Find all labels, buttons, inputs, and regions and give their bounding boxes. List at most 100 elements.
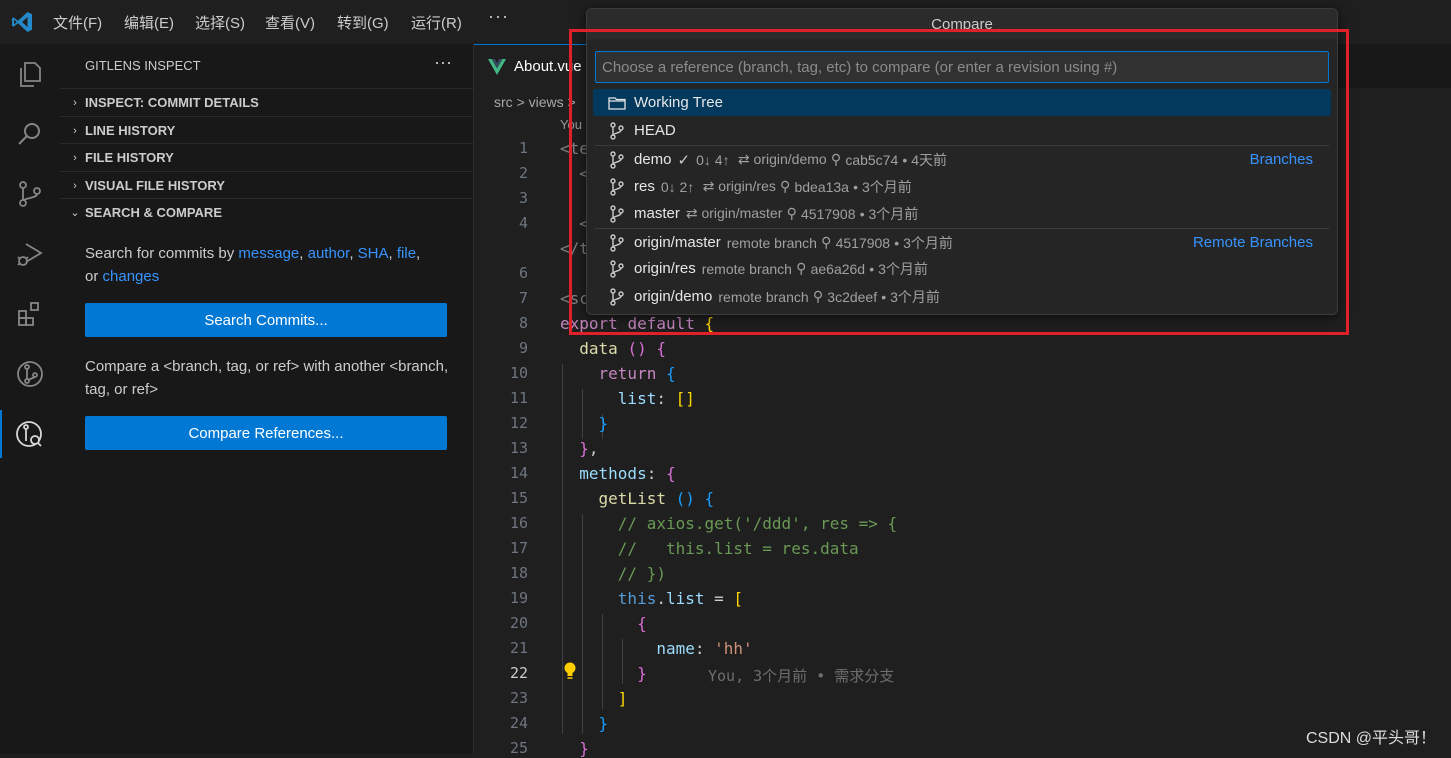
line-number: 3	[518, 189, 528, 207]
quick-pick-item-origin-demo[interactable]: origin/demo remote branch ⚲ 3c2deef • 3个…	[593, 283, 1331, 310]
branch-icon	[607, 233, 627, 253]
quick-pick-title: Compare	[587, 9, 1337, 39]
item-age: • 3个月前	[869, 260, 928, 277]
link-file[interactable]: file	[397, 245, 416, 262]
quick-pick-item-master[interactable]: master ⇄ origin/master ⚲ 4517908 • 3个月前	[593, 200, 1331, 227]
quick-pick-item-origin-master[interactable]: origin/master remote branch ⚲ 4517908 • …	[593, 229, 1331, 256]
line-number: 15	[509, 489, 528, 507]
compare-description: Compare a <branch, tag, or ref> with ano…	[85, 358, 449, 398]
link-author[interactable]: author	[308, 245, 350, 262]
sidebar-more-icon[interactable]: ···	[434, 52, 452, 73]
link-changes[interactable]: changes	[103, 268, 160, 285]
section-title: VISUAL FILE HISTORY	[85, 178, 225, 193]
line-number: 20	[509, 614, 528, 632]
reference-input-field[interactable]	[596, 52, 1328, 82]
code-line: // })	[617, 564, 666, 583]
chevron-right-icon: ›	[73, 151, 77, 164]
breadcrumb-src[interactable]: src	[494, 94, 513, 110]
chevron-right-icon: ›	[73, 124, 77, 137]
search-commits-button[interactable]: Search Commits...	[85, 303, 447, 337]
line-number: 2	[518, 164, 528, 182]
line-number: 13	[509, 439, 528, 457]
commit-icon: ⚲	[780, 178, 791, 194]
line-number: 9	[518, 339, 528, 357]
source-control-icon[interactable]	[0, 166, 60, 222]
chevron-right-icon: ›	[73, 179, 77, 192]
line-number: 12	[509, 414, 528, 432]
quick-pick-item-res[interactable]: res 0↓ 2↑ ⇄ origin/res ⚲ bdea13a • 3个月前	[593, 173, 1331, 200]
code-line: <	[560, 164, 589, 183]
item-upstream: remote branch	[718, 288, 809, 305]
quick-pick-item-working-tree[interactable]: Working Tree	[593, 89, 1331, 116]
codelens-author[interactable]: You	[560, 117, 582, 132]
item-age: • 3个月前	[881, 288, 940, 305]
menu-view[interactable]: 查看(V)	[265, 12, 315, 33]
section-title: INSPECT: COMMIT DETAILS	[85, 95, 259, 110]
reference-input[interactable]	[595, 51, 1329, 83]
item-commit: bdea13a	[794, 178, 849, 195]
quick-pick-item-head[interactable]: HEAD	[593, 117, 1331, 144]
section-line-history[interactable]: › LINE HISTORY	[60, 116, 473, 144]
search-desc-text: ,	[299, 245, 308, 262]
line-number: 21	[509, 639, 528, 657]
section-visual-file-history[interactable]: › VISUAL FILE HISTORY	[60, 171, 473, 199]
chevron-down-icon: ⌄	[70, 207, 80, 219]
folder-icon	[607, 93, 627, 113]
code-line: }	[598, 714, 609, 733]
code-line: getList () {	[598, 489, 715, 508]
watermark: CSDN @平头哥！	[1306, 730, 1437, 747]
search-description: Search for commits by message, author, S…	[85, 242, 455, 288]
line-number: 14	[509, 464, 528, 482]
line-number: 17	[509, 539, 528, 557]
quick-pick-item-demo[interactable]: demo ✓ 0↓ 4↑ ⇄ origin/demo ⚲ cab5c74 • 4…	[593, 146, 1331, 173]
branch-icon	[607, 150, 627, 170]
code-line: <	[560, 214, 589, 233]
code-line: }	[598, 414, 609, 433]
item-age: • 3个月前	[853, 178, 912, 195]
branch-icon	[607, 177, 627, 197]
item-label: HEAD	[634, 122, 676, 139]
line-number: 10	[509, 364, 528, 382]
breadcrumb-views[interactable]: views	[529, 94, 564, 110]
menu-selection[interactable]: 选择(S)	[195, 12, 245, 33]
line-number: 7	[518, 289, 528, 307]
section-search-compare[interactable]: ⌄ SEARCH & COMPARE	[60, 198, 473, 226]
lightbulb-icon[interactable]	[563, 662, 577, 680]
extensions-icon[interactable]	[0, 286, 60, 342]
gitlens-icon[interactable]	[0, 346, 60, 402]
compare-references-button[interactable]: Compare References...	[85, 416, 447, 450]
line-number: 11	[509, 389, 528, 407]
vscode-logo-icon	[12, 12, 32, 32]
line-number: 6	[518, 264, 528, 282]
code-line: methods: {	[579, 464, 676, 483]
breadcrumb: src > views >	[494, 94, 576, 110]
explorer-icon[interactable]	[0, 46, 60, 102]
item-commit: cab5c74	[845, 151, 899, 168]
gitlens-inspect-icon[interactable]	[0, 406, 60, 462]
quick-pick-item-origin-res[interactable]: origin/res remote branch ⚲ ae6a26d • 3个月…	[593, 255, 1331, 282]
section-file-history[interactable]: › FILE HISTORY	[60, 143, 473, 171]
menu-run[interactable]: 运行(R)	[411, 12, 462, 33]
item-label: origin/res	[634, 260, 696, 277]
item-age: • 3个月前	[859, 205, 919, 222]
menu-file[interactable]: 文件(F)	[53, 12, 102, 33]
item-commit: 4517908	[801, 205, 856, 222]
link-sha[interactable]: SHA	[358, 245, 389, 262]
vue-file-icon	[488, 58, 506, 75]
menu-go[interactable]: 转到(G)	[337, 12, 389, 33]
item-upstream: remote branch	[726, 234, 817, 251]
code-line: data () {	[579, 339, 666, 358]
line-number: 16	[509, 514, 528, 532]
menu-edit[interactable]: 编辑(E)	[124, 12, 174, 33]
menu-more-icon[interactable]: ···	[488, 6, 509, 27]
inline-blame: You, 3个月前 • 需求分支	[708, 667, 895, 685]
code-line: this.list = [	[617, 589, 744, 608]
run-debug-icon[interactable]	[0, 226, 60, 282]
code-line: ]	[617, 689, 628, 708]
tab-about-vue[interactable]: About.vue	[474, 44, 589, 88]
search-icon[interactable]	[0, 106, 60, 162]
line-number: 8	[518, 314, 528, 332]
link-message[interactable]: message	[238, 245, 299, 262]
section-inspect-commit-details[interactable]: › INSPECT: COMMIT DETAILS	[60, 88, 473, 116]
line-number: 19	[509, 589, 528, 607]
